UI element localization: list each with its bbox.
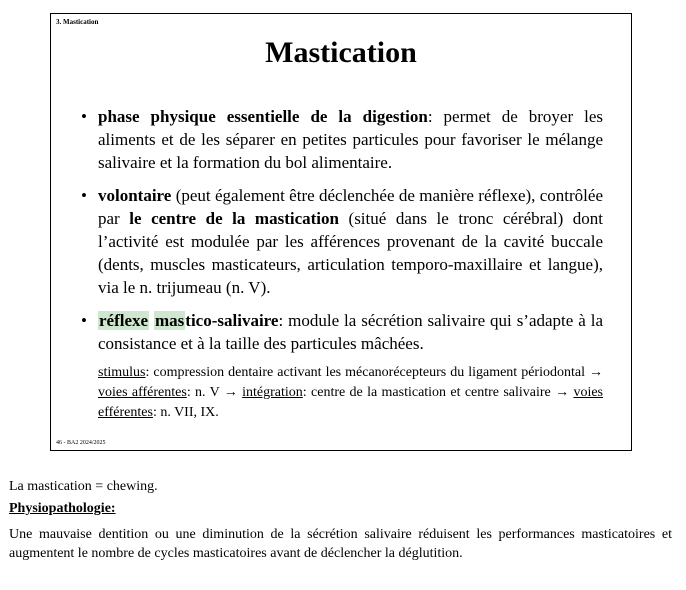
bullet-bold: volontaire [98, 186, 172, 205]
sub-text: : n. VII, IX. [152, 405, 219, 420]
bullet-bold: phase physique essentielle de la digesti… [98, 107, 428, 126]
bullet-dot: • [81, 186, 87, 205]
stimulus-label: stimulus [98, 365, 146, 380]
integration-label: intégration [242, 385, 303, 400]
highlighted-text: réflexe [98, 311, 150, 330]
bullet-bold: le centre de la mastication [129, 209, 339, 228]
afferent-label: voies afférentes [98, 385, 187, 400]
slide-header: 3. Mastication [56, 18, 99, 26]
sub-text: : n. V → [186, 385, 243, 400]
slide-title: Mastication [265, 36, 417, 69]
bullet-item: • réflexe mastico-salivaire: module la s… [81, 309, 603, 423]
slide: 3. Mastication Mastication • phase physi… [50, 13, 632, 451]
physio-heading: Physiopathologie: [9, 501, 116, 516]
sub-details: stimulus: compression dentaire activant … [98, 363, 603, 423]
bullet-dot: • [81, 311, 87, 330]
highlighted-text: mas [154, 311, 186, 330]
bullet-list: • phase physique essentielle de la diges… [81, 105, 603, 433]
definition-note: La mastication = chewing. [9, 479, 158, 494]
bullet-item: • volontaire (peut également être déclen… [81, 184, 603, 299]
bullet-bold: tico-salivaire [185, 311, 279, 330]
bullet-item: • phase physique essentielle de la diges… [81, 105, 603, 174]
physio-paragraph: Une mauvaise dentition ou une diminution… [9, 527, 672, 561]
slide-footer: 46 - BA2 2024/2025 [56, 440, 106, 446]
sub-text: : centre de la mastication et centre sal… [302, 385, 574, 400]
sub-text: : compression dentaire activant les méca… [145, 365, 603, 380]
bullet-dot: • [81, 107, 87, 126]
